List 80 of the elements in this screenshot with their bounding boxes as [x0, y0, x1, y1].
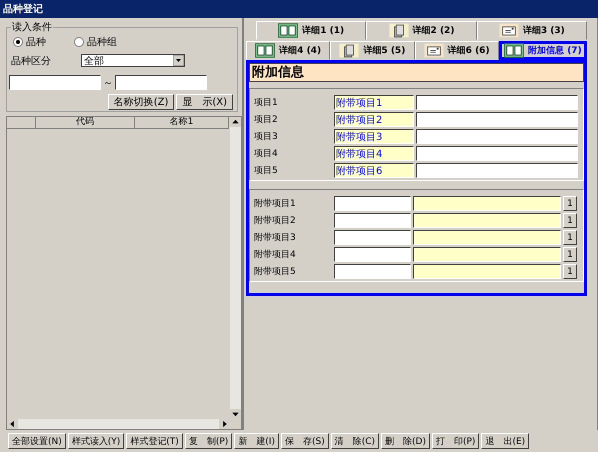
lookup-button[interactable]: 1 [563, 213, 577, 228]
column-header[interactable]: 代码 [36, 117, 135, 128]
input-field[interactable] [413, 196, 561, 211]
footer-button[interactable]: 全部设置(N) [8, 433, 66, 449]
book-icon [255, 43, 276, 58]
input-field[interactable] [416, 163, 578, 178]
dropdown-arrow-icon[interactable] [173, 55, 184, 66]
footer-button[interactable]: 复 制(P) [184, 433, 232, 449]
input-field[interactable]: 附带项目4 [334, 146, 414, 161]
footer-button[interactable]: 样式读入(Y) [68, 433, 124, 449]
action-button[interactable]: 名称切换(Z) [108, 94, 174, 110]
input-field[interactable] [334, 230, 411, 245]
footer-button[interactable]: 删 除(D) [381, 433, 430, 449]
vertical-scrollbar[interactable] [230, 117, 241, 419]
input-field[interactable] [334, 213, 411, 228]
input-field[interactable] [413, 213, 561, 228]
item-label: 附带项目5 [254, 266, 297, 278]
scroll-up-icon[interactable] [230, 117, 241, 127]
input-field[interactable]: 附带项目1 [334, 95, 414, 110]
document-icon [339, 43, 360, 58]
tab[interactable]: 详细5 (5) [330, 41, 414, 60]
card-icon [498, 23, 519, 38]
scroll-left-icon[interactable] [7, 419, 18, 429]
book-icon [278, 23, 298, 38]
input-field[interactable] [413, 264, 561, 279]
input-field[interactable] [416, 112, 578, 127]
radio-button[interactable] [13, 37, 23, 47]
item-label: 项目4 [254, 148, 279, 160]
document-icon [388, 23, 409, 38]
footer-button[interactable]: 保 存(S) [280, 433, 329, 449]
item-label: 项目3 [254, 131, 279, 143]
tab[interactable]: 详细4 (4) [246, 41, 330, 60]
input-field[interactable]: 附带项目3 [334, 129, 414, 144]
input-field[interactable]: 附带项目6 [334, 163, 414, 178]
input-field[interactable] [334, 247, 411, 262]
window-title: 品种登记 [3, 2, 43, 16]
input-field[interactable]: 附带项目2 [334, 112, 414, 127]
tab[interactable]: 详细1 (1) [256, 21, 366, 40]
range-end-field[interactable] [115, 75, 207, 90]
horizontal-scrollbar[interactable] [7, 419, 230, 429]
category-dropdown[interactable]: 全部 [81, 54, 185, 67]
lookup-button[interactable]: 1 [563, 196, 577, 211]
footer-button[interactable]: 新 建(I) [234, 433, 279, 449]
footer-button[interactable]: 退 出(E) [481, 433, 530, 449]
lookup-button[interactable]: 1 [563, 230, 577, 245]
tab[interactable]: 详细6 (6) [414, 41, 499, 60]
footer-button[interactable]: 清 除(C) [330, 433, 380, 449]
item-label: 附带项目3 [254, 232, 297, 244]
item-label: 项目5 [254, 165, 279, 177]
book-icon [504, 43, 524, 58]
item-label: 附带项目1 [254, 198, 297, 210]
tab[interactable]: 详细3 (3) [476, 21, 587, 40]
lookup-button[interactable]: 1 [563, 247, 577, 262]
category-label: 品种区分 [11, 54, 52, 68]
input-field[interactable] [416, 146, 578, 161]
input-field[interactable] [334, 264, 411, 279]
card-icon [424, 43, 444, 58]
group-title: 读入条件 [11, 20, 53, 34]
input-field[interactable] [334, 196, 411, 211]
footer-button[interactable]: 样式登记(T) [126, 433, 183, 449]
column-header[interactable]: 名称1 [135, 117, 229, 128]
lookup-button[interactable]: 1 [563, 264, 577, 279]
input-field[interactable] [413, 230, 561, 245]
input-field[interactable] [413, 247, 561, 262]
radio-button[interactable] [74, 37, 84, 47]
item-label: 附带项目4 [254, 248, 297, 261]
footer-button[interactable]: 打 印(P) [432, 433, 480, 449]
panel-title: 附加信息 [249, 63, 584, 82]
tab[interactable]: 详细2 (2) [366, 21, 477, 40]
action-button[interactable]: 显 示(X) [176, 94, 233, 110]
item-label: 附带项目2 [254, 214, 297, 227]
input-field[interactable] [416, 129, 578, 144]
item-label: 项目2 [254, 114, 279, 126]
range-start-field[interactable] [9, 75, 101, 90]
range-separator: ～ [102, 76, 114, 90]
tab[interactable]: 附加信息 (7) [498, 41, 587, 60]
input-field[interactable] [416, 95, 578, 110]
item-label: 项目1 [254, 97, 279, 109]
radio-option[interactable]: 品种组 [74, 35, 117, 49]
radio-option[interactable]: 品种 [13, 35, 46, 49]
